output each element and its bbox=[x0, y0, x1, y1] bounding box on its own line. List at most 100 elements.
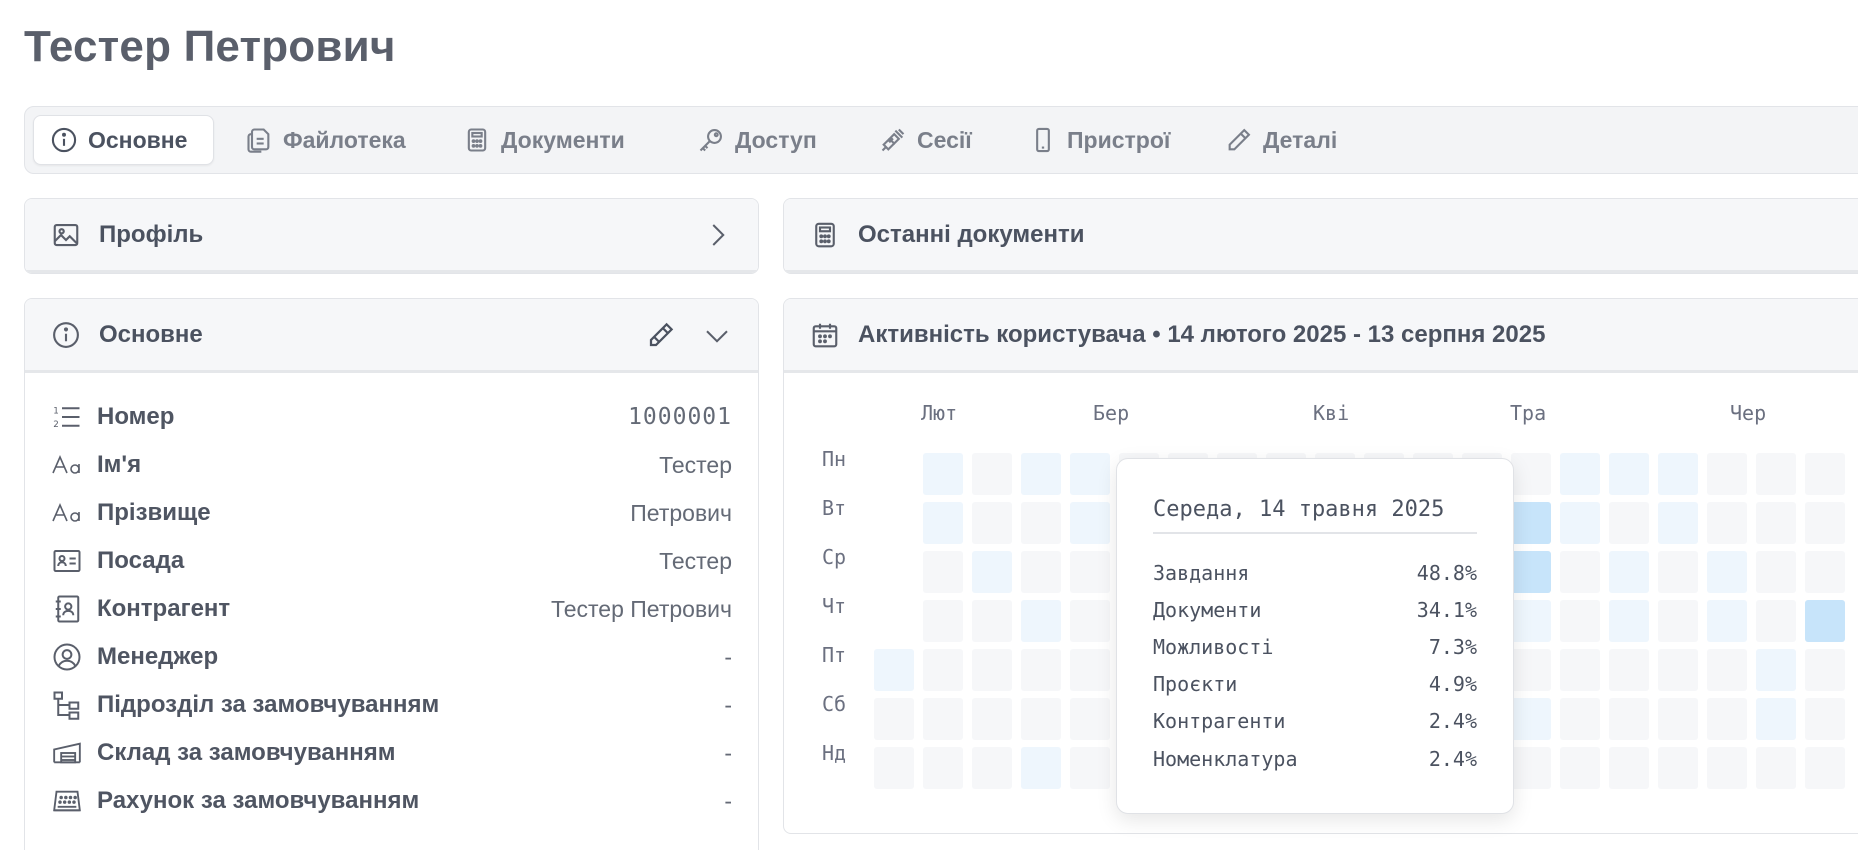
heatmap-cell[interactable] bbox=[1707, 698, 1747, 740]
heatmap-cell[interactable] bbox=[972, 649, 1012, 691]
files-icon bbox=[247, 128, 270, 153]
heatmap-cell[interactable] bbox=[1609, 698, 1649, 740]
heatmap-cell[interactable] bbox=[1070, 698, 1110, 740]
heatmap-cell[interactable] bbox=[1511, 502, 1551, 544]
heatmap-cell[interactable] bbox=[1070, 502, 1110, 544]
heatmap-cell[interactable] bbox=[1609, 502, 1649, 544]
heatmap-cell[interactable] bbox=[874, 698, 914, 740]
heatmap-cell[interactable] bbox=[1805, 551, 1845, 593]
profile-card[interactable]: Профіль bbox=[24, 198, 759, 274]
heatmap-cell[interactable] bbox=[1560, 453, 1600, 495]
heatmap-cell[interactable] bbox=[1021, 747, 1061, 789]
tab-access[interactable]: Доступ bbox=[681, 115, 833, 165]
heatmap-cell[interactable] bbox=[1511, 551, 1551, 593]
tab-devices[interactable]: Пристрої bbox=[1013, 115, 1186, 165]
heatmap-cell[interactable] bbox=[1560, 649, 1600, 691]
heatmap-cell[interactable] bbox=[1609, 747, 1649, 789]
heatmap-cell[interactable] bbox=[1756, 502, 1796, 544]
tooltip-label: Контрагенти bbox=[1153, 709, 1286, 733]
tooltip-value: 4.9% bbox=[1428, 672, 1477, 696]
heatmap-cell[interactable] bbox=[1756, 747, 1796, 789]
heatmap-cell[interactable] bbox=[1658, 649, 1698, 691]
heatmap-cell[interactable] bbox=[874, 649, 914, 691]
heatmap-cell[interactable] bbox=[1609, 551, 1649, 593]
tab-documents[interactable]: Документи bbox=[447, 115, 641, 165]
heatmap-cell[interactable] bbox=[1756, 600, 1796, 642]
heatmap-cell[interactable] bbox=[1511, 600, 1551, 642]
svg-text:1: 1 bbox=[53, 406, 59, 416]
heatmap-cell[interactable] bbox=[1609, 453, 1649, 495]
heatmap-cell[interactable] bbox=[1756, 698, 1796, 740]
heatmap-cell[interactable] bbox=[1658, 502, 1698, 544]
heatmap-cell[interactable] bbox=[1511, 453, 1551, 495]
heatmap-cell[interactable] bbox=[1021, 649, 1061, 691]
heatmap-cell[interactable] bbox=[1707, 453, 1747, 495]
tab-files[interactable]: Файлотека bbox=[229, 115, 422, 165]
tab-main[interactable]: Основне bbox=[33, 115, 214, 165]
heatmap-cell[interactable] bbox=[923, 649, 963, 691]
heatmap-cell[interactable] bbox=[972, 502, 1012, 544]
heatmap-cell[interactable] bbox=[1609, 600, 1649, 642]
heatmap-cell[interactable] bbox=[1658, 453, 1698, 495]
heatmap-cell[interactable] bbox=[1560, 747, 1600, 789]
heatmap-cell[interactable] bbox=[1756, 453, 1796, 495]
recent-documents-card[interactable]: Останні документи bbox=[783, 198, 1858, 274]
heatmap-cell[interactable] bbox=[1658, 747, 1698, 789]
heatmap-cell[interactable] bbox=[1070, 551, 1110, 593]
tab-sessions[interactable]: Сесії bbox=[863, 115, 988, 165]
heatmap-cell[interactable] bbox=[1070, 747, 1110, 789]
heatmap-cell[interactable] bbox=[1805, 698, 1845, 740]
heatmap-cell[interactable] bbox=[1707, 649, 1747, 691]
heatmap-cell[interactable] bbox=[972, 600, 1012, 642]
heatmap-cell[interactable] bbox=[1805, 600, 1845, 642]
heatmap-cell[interactable] bbox=[1560, 502, 1600, 544]
heatmap-cell[interactable] bbox=[923, 747, 963, 789]
heatmap-cell[interactable] bbox=[972, 453, 1012, 495]
heatmap-cell[interactable] bbox=[1805, 649, 1845, 691]
heatmap-cell[interactable] bbox=[1560, 698, 1600, 740]
heatmap-cell[interactable] bbox=[1021, 502, 1061, 544]
heatmap-cell[interactable] bbox=[1805, 453, 1845, 495]
heatmap-cell[interactable] bbox=[1756, 551, 1796, 593]
heatmap-cell[interactable] bbox=[1070, 600, 1110, 642]
heatmap-cell[interactable] bbox=[923, 453, 963, 495]
heatmap-cell[interactable] bbox=[923, 698, 963, 740]
heatmap-cell[interactable] bbox=[874, 747, 914, 789]
heatmap-cell[interactable] bbox=[923, 600, 963, 642]
heatmap-cell[interactable] bbox=[972, 698, 1012, 740]
heatmap-cell[interactable] bbox=[1021, 600, 1061, 642]
heatmap-cell[interactable] bbox=[1021, 453, 1061, 495]
heatmap-cell[interactable] bbox=[1658, 600, 1698, 642]
heatmap-cell[interactable] bbox=[1560, 600, 1600, 642]
day-label: Пн bbox=[822, 447, 847, 471]
heatmap-cell[interactable] bbox=[1805, 502, 1845, 544]
activity-card-title: Активність користувача • 14 лютого 2025 … bbox=[858, 320, 1546, 348]
heatmap-cell[interactable] bbox=[1070, 649, 1110, 691]
heatmap-cell[interactable] bbox=[923, 502, 963, 544]
tab-details[interactable]: Деталі bbox=[1209, 115, 1353, 165]
heatmap-cell[interactable] bbox=[1658, 698, 1698, 740]
heatmap-cell[interactable] bbox=[1021, 698, 1061, 740]
heatmap-cell[interactable] bbox=[1658, 551, 1698, 593]
heatmap-cell[interactable] bbox=[1511, 747, 1551, 789]
heatmap-cell[interactable] bbox=[1805, 747, 1845, 789]
chevron-right-icon[interactable] bbox=[702, 220, 732, 250]
heatmap-cell[interactable] bbox=[972, 747, 1012, 789]
edit-pencil-icon[interactable] bbox=[646, 320, 676, 350]
heatmap-cell[interactable] bbox=[972, 551, 1012, 593]
heatmap-cell[interactable] bbox=[1560, 551, 1600, 593]
heatmap-cell[interactable] bbox=[1609, 649, 1649, 691]
heatmap-cell[interactable] bbox=[1707, 551, 1747, 593]
heatmap-cell[interactable] bbox=[1707, 502, 1747, 544]
heatmap-cell[interactable] bbox=[1707, 747, 1747, 789]
heatmap-cell[interactable] bbox=[923, 551, 963, 593]
profile-card-header[interactable]: Профіль bbox=[25, 199, 758, 273]
recent-documents-header[interactable]: Останні документи bbox=[784, 199, 1858, 273]
heatmap-cell[interactable] bbox=[1707, 600, 1747, 642]
heatmap-cell[interactable] bbox=[1511, 698, 1551, 740]
chevron-down-icon[interactable] bbox=[702, 320, 732, 350]
heatmap-cell[interactable] bbox=[1756, 649, 1796, 691]
heatmap-cell[interactable] bbox=[1070, 453, 1110, 495]
heatmap-cell[interactable] bbox=[1021, 551, 1061, 593]
heatmap-cell[interactable] bbox=[1511, 649, 1551, 691]
